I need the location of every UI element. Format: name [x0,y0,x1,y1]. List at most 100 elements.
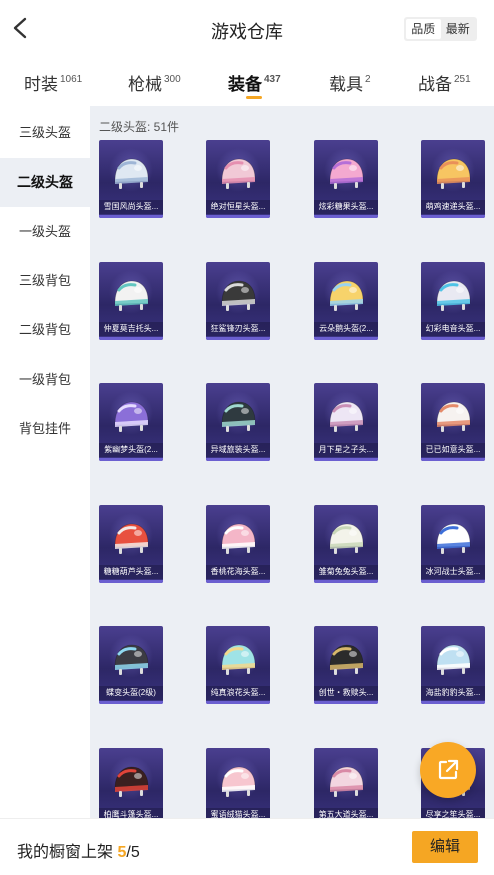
item-card[interactable]: 绝对恒星头盔... [206,140,270,218]
rarity-bar [99,580,163,583]
item-name: 幻彩电音头盔... [421,322,485,336]
rarity-bar [99,458,163,461]
sort-newest-button[interactable]: 最新 [441,19,476,39]
item-card[interactable]: 月下星之子头... [314,383,378,461]
section-title: 二级头盔: 51件 [99,120,180,134]
item-card[interactable]: 炫彩糖果头盔... [314,140,378,218]
edit-button[interactable]: 编辑 [412,831,478,863]
item-card[interactable]: 柏鹰斗篷头盔... [99,748,163,818]
header: 游戏仓库 品质 最新 [0,0,494,56]
tab-weapons[interactable]: 枪械 300 [128,70,181,95]
item-card[interactable]: 已已如意头盔... [421,383,485,461]
item-card[interactable]: 第五大道头盔... [314,748,378,818]
tab-count: 251 [454,74,471,85]
footer-bar: 我的橱窗上架 5/5 编辑 [0,818,494,875]
helmet-icon [329,280,364,311]
tab-label: 战备 [418,75,452,94]
item-name: 冰河战士头盔... [421,565,485,579]
item-card[interactable]: 蝶变头盔(2级) [99,626,163,704]
share-button[interactable] [420,742,476,798]
rarity-bar [314,701,378,704]
tab-count: 2 [365,74,371,85]
tab-label: 时装 [24,75,58,94]
item-name: 雪国风尚头盔... [99,200,163,214]
sort-quality-button[interactable]: 品质 [406,19,441,39]
item-card[interactable]: 萌鸡速递头盔... [421,140,485,218]
item-card[interactable]: 海盐豹豹头盔... [421,626,485,704]
tab-fashion[interactable]: 时装 1061 [24,70,82,95]
rarity-bar [421,337,485,340]
tab-label: 枪械 [128,75,162,94]
item-name: 紫幽梦头盔(2... [99,443,163,457]
rarity-bar [314,580,378,583]
rarity-bar [421,215,485,218]
sidebar-item-level1-helmet[interactable]: 一级头盔 [0,207,90,256]
rarity-bar [99,215,163,218]
item-card[interactable]: 冰河战士头盔... [421,505,485,583]
tab-count: 437 [264,74,281,85]
helmet-icon [221,401,256,432]
item-name: 仲夏莫吉托头... [99,322,163,336]
item-card[interactable]: 仲夏莫吉托头... [99,262,163,340]
tab-count: 1061 [60,74,83,85]
helmet-icon [221,158,256,189]
item-card[interactable]: 狂鲨锋刃头盔... [206,262,270,340]
rarity-bar [421,580,485,583]
item-card[interactable]: 创世・救赎头... [314,626,378,704]
item-card[interactable]: 幻彩电音头盔... [421,262,485,340]
item-card[interactable]: 异域旅装头盔... [206,383,270,461]
tab-vehicles[interactable]: 载具 2 [329,70,371,95]
helmet-icon [436,523,471,554]
item-name: 纯真浪花头盔... [206,686,270,700]
helmet-icon [436,280,471,311]
rarity-bar [314,215,378,218]
helmet-icon [329,766,364,797]
tab-count: 300 [164,74,181,85]
item-name: 尽享之笙头盔... [421,808,485,818]
sidebar-item-level2-helmet[interactable]: 二级头盔 [0,158,90,207]
sidebar-item-level1-backpack[interactable]: 一级背包 [0,355,90,404]
item-name: 香桃花海头盔... [206,565,270,579]
item-name: 第五大道头盔... [314,808,378,818]
item-name: 蜜语绒猫头盔... [206,808,270,818]
helmet-icon [329,644,364,675]
tab-label: 载具 [329,75,363,94]
item-name: 月下星之子头... [314,443,378,457]
rarity-bar [421,701,485,704]
item-name: 蝶变头盔(2级) [99,686,163,700]
item-card[interactable]: 蜜语绒猫头盔... [206,748,270,818]
sidebar-item-level2-backpack[interactable]: 二级背包 [0,305,90,354]
item-name: 雏菊兔兔头盔... [314,565,378,579]
rarity-bar [99,337,163,340]
item-card[interactable]: 香桃花海头盔... [206,505,270,583]
tab-label: 装备 [228,75,262,94]
helmet-icon [114,644,149,675]
rarity-bar [206,458,270,461]
item-name: 云朵鹅头盔(2... [314,322,378,336]
sidebar-item-level3-helmet[interactable]: 三级头盔 [0,108,90,157]
helmet-icon [436,158,471,189]
sidebar-item-level3-backpack[interactable]: 三级背包 [0,256,90,305]
showcase-label: 我的橱窗上架 [17,844,114,861]
item-name: 海盐豹豹头盔... [421,686,485,700]
item-card[interactable]: 雪国风尚头盔... [99,140,163,218]
rarity-bar [206,580,270,583]
sidebar: 三级头盔 二级头盔 一级头盔 三级背包 二级背包 一级背包 背包挂件 [0,106,90,818]
helmet-icon [221,523,256,554]
item-name: 已已如意头盔... [421,443,485,457]
item-card[interactable]: 雏菊兔兔头盔... [314,505,378,583]
tab-supplies[interactable]: 战备 251 [418,70,471,95]
rarity-bar [206,701,270,704]
item-name: 萌鸡速递头盔... [421,200,485,214]
item-card[interactable]: 紫幽梦头盔(2... [99,383,163,461]
item-card[interactable]: 纯真浪花头盔... [206,626,270,704]
item-card[interactable]: 糖糖葫芦头盔... [99,505,163,583]
showcase-total-count: 5 [130,844,140,861]
sidebar-item-backpack-pendant[interactable]: 背包挂件 [0,404,90,453]
helmet-icon [329,401,364,432]
tab-equipment[interactable]: 装备 437 [228,70,281,95]
item-card[interactable]: 云朵鹅头盔(2... [314,262,378,340]
helmet-icon [329,523,364,554]
item-name: 绝对恒星头盔... [206,200,270,214]
item-name: 柏鹰斗篷头盔... [99,808,163,818]
